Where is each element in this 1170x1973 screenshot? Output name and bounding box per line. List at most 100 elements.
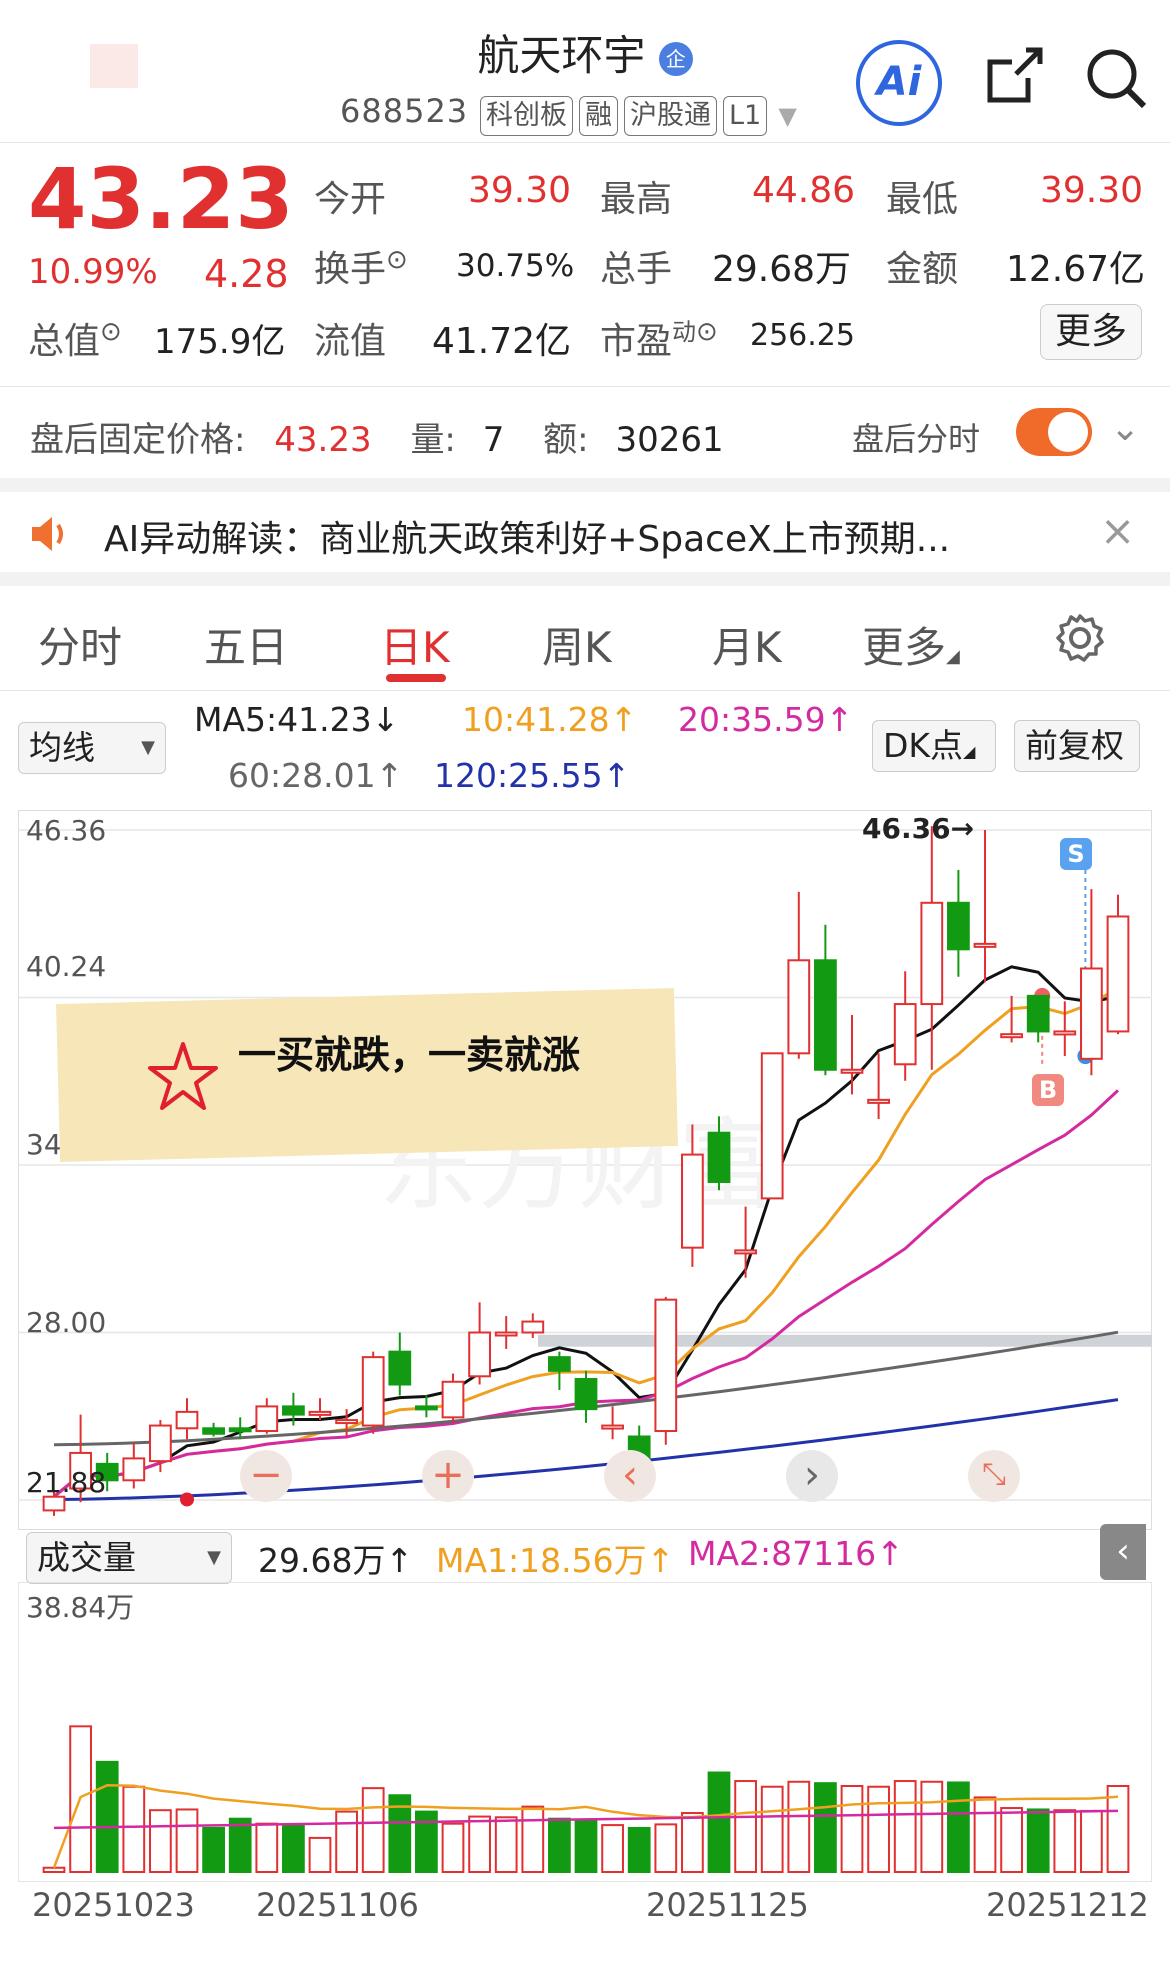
search-icon[interactable]	[1082, 44, 1150, 116]
candle-body	[867, 1098, 890, 1104]
scroll-left-button[interactable]: ‹	[604, 1450, 656, 1502]
volume-bar	[202, 1826, 225, 1873]
volume-bar	[787, 1780, 811, 1874]
volume-bar	[760, 1785, 784, 1873]
collapse-panel-button[interactable]: ‹	[1100, 1524, 1146, 1580]
volume-bar	[494, 1816, 518, 1874]
more-button[interactable]: 更多	[1040, 304, 1142, 360]
amount-value: 12.67亿	[1006, 249, 1146, 290]
stock-tags: 科创板融沪股通 L1 ▼	[480, 96, 797, 136]
volume-bar	[1053, 1809, 1077, 1874]
candle-body	[521, 1320, 545, 1334]
ai-alert-text[interactable]: AI异动解读：商业航天政策利好+SpaceX上市预期...	[104, 510, 950, 562]
fullscreen-button[interactable]: ⤡	[968, 1450, 1020, 1502]
candle-body	[202, 1427, 225, 1435]
zoom-in-button[interactable]: +	[422, 1450, 474, 1502]
pe-label: 市盈动⊙	[600, 317, 718, 362]
tab-intraday[interactable]: 分时	[38, 614, 122, 675]
volume-value: 29.68万	[712, 249, 852, 290]
turnover-label: 换手⊙	[314, 245, 408, 290]
indicator-select[interactable]: 均线 ▼	[18, 722, 166, 774]
close-icon[interactable]: ×	[1100, 506, 1135, 555]
date-label: 20251106	[256, 1886, 419, 1924]
adjust-button[interactable]: 前复权	[1014, 720, 1140, 772]
candle-body	[734, 1249, 757, 1255]
buy-marker[interactable]: B	[1032, 1074, 1064, 1106]
candle-body	[1106, 915, 1130, 1033]
volume-ma2: MA2:87116↑	[688, 1534, 904, 1573]
tab-more[interactable]: 更多◢	[862, 614, 960, 675]
ma-marker	[180, 1492, 194, 1507]
share-icon[interactable]	[982, 44, 1046, 112]
divider	[0, 142, 1170, 143]
volume-bar	[521, 1805, 545, 1873]
volume-value: 29.68万↑	[258, 1541, 414, 1580]
zoom-out-button[interactable]: −	[240, 1450, 292, 1502]
volume-bar	[255, 1822, 279, 1873]
candle-body	[175, 1410, 199, 1430]
volume-bar	[42, 1866, 66, 1874]
candle-body	[973, 942, 997, 948]
dk-point-button[interactable]: DK点◢	[872, 720, 996, 772]
ai-button[interactable]: Ai	[856, 40, 942, 126]
candle-body	[1026, 994, 1050, 1033]
candle-body	[388, 1350, 412, 1386]
date-label: 20251212	[986, 1886, 1149, 1924]
candle-body	[415, 1405, 438, 1411]
date-label: 20251125	[646, 1886, 809, 1924]
volume-bar	[654, 1823, 678, 1873]
candle-body	[920, 901, 944, 1006]
candle-body	[282, 1405, 305, 1416]
candle-body	[548, 1356, 571, 1372]
volume-bar	[122, 1785, 146, 1873]
after-hours-chart-label: 盘后分时	[852, 420, 981, 458]
info-icon[interactable]: ⊙	[696, 317, 718, 347]
info-icon[interactable]: ⊙	[100, 317, 122, 347]
candle-body	[308, 1410, 332, 1416]
company-badge: 企	[658, 41, 693, 76]
volume-bar	[893, 1780, 917, 1873]
volume-ma1: MA1:18.56万↑	[436, 1541, 675, 1580]
float-cap-value: 41.72亿	[432, 321, 572, 362]
market-cap-value: 175.9亿	[154, 322, 286, 362]
tag-shanghai-connect: 沪股通	[624, 96, 717, 136]
after-hours-toggle[interactable]	[1016, 408, 1092, 456]
sell-marker[interactable]: S	[1060, 838, 1092, 870]
candle-body	[601, 1424, 624, 1430]
volume-indicator-select[interactable]: 成交量 ▼	[26, 1532, 232, 1584]
ma120-value: 120:25.55↑	[434, 756, 631, 795]
tab-monthly-k[interactable]: 月K	[712, 614, 782, 675]
ma10-value: 10:41.28↑	[462, 700, 638, 739]
info-icon[interactable]: ⊙	[386, 245, 408, 275]
divider	[0, 386, 1170, 387]
divider	[0, 690, 1170, 691]
gear-icon[interactable]	[1054, 612, 1106, 668]
star-icon	[146, 1040, 220, 1116]
volume-bar	[468, 1815, 491, 1873]
tab-weekly-k[interactable]: 周K	[542, 614, 612, 675]
volume-bar	[734, 1780, 757, 1873]
candle-body	[468, 1331, 491, 1378]
candle-body	[441, 1380, 465, 1419]
kline-svg: 东方财富	[18, 826, 1152, 1516]
volume-bar	[1026, 1808, 1050, 1873]
candle-body	[228, 1427, 252, 1433]
chevron-down-icon[interactable]: ⌄	[1110, 408, 1140, 449]
candle-body	[1053, 1030, 1077, 1036]
high-label: 最高	[600, 179, 673, 220]
tab-daily-k[interactable]: 日K	[380, 614, 450, 675]
ma60-value: 60:28.01↑	[228, 756, 404, 795]
turnover-value: 30.75%	[456, 248, 575, 284]
ma20-value: 20:35.59↑	[678, 700, 854, 739]
candle-body	[947, 901, 970, 951]
tab-five-day[interactable]: 五日	[204, 614, 288, 675]
volume-bar	[574, 1818, 598, 1874]
volume-bar	[867, 1785, 890, 1873]
tags-dropdown-icon[interactable]: ▼	[778, 102, 796, 130]
volume-chart[interactable]	[18, 1582, 1152, 1882]
scroll-right-button[interactable]: ›	[786, 1450, 838, 1502]
open-label: 今开	[314, 179, 387, 220]
candle-body	[1000, 1033, 1023, 1039]
volume-bar	[361, 1787, 385, 1873]
candle-body	[814, 959, 837, 1071]
